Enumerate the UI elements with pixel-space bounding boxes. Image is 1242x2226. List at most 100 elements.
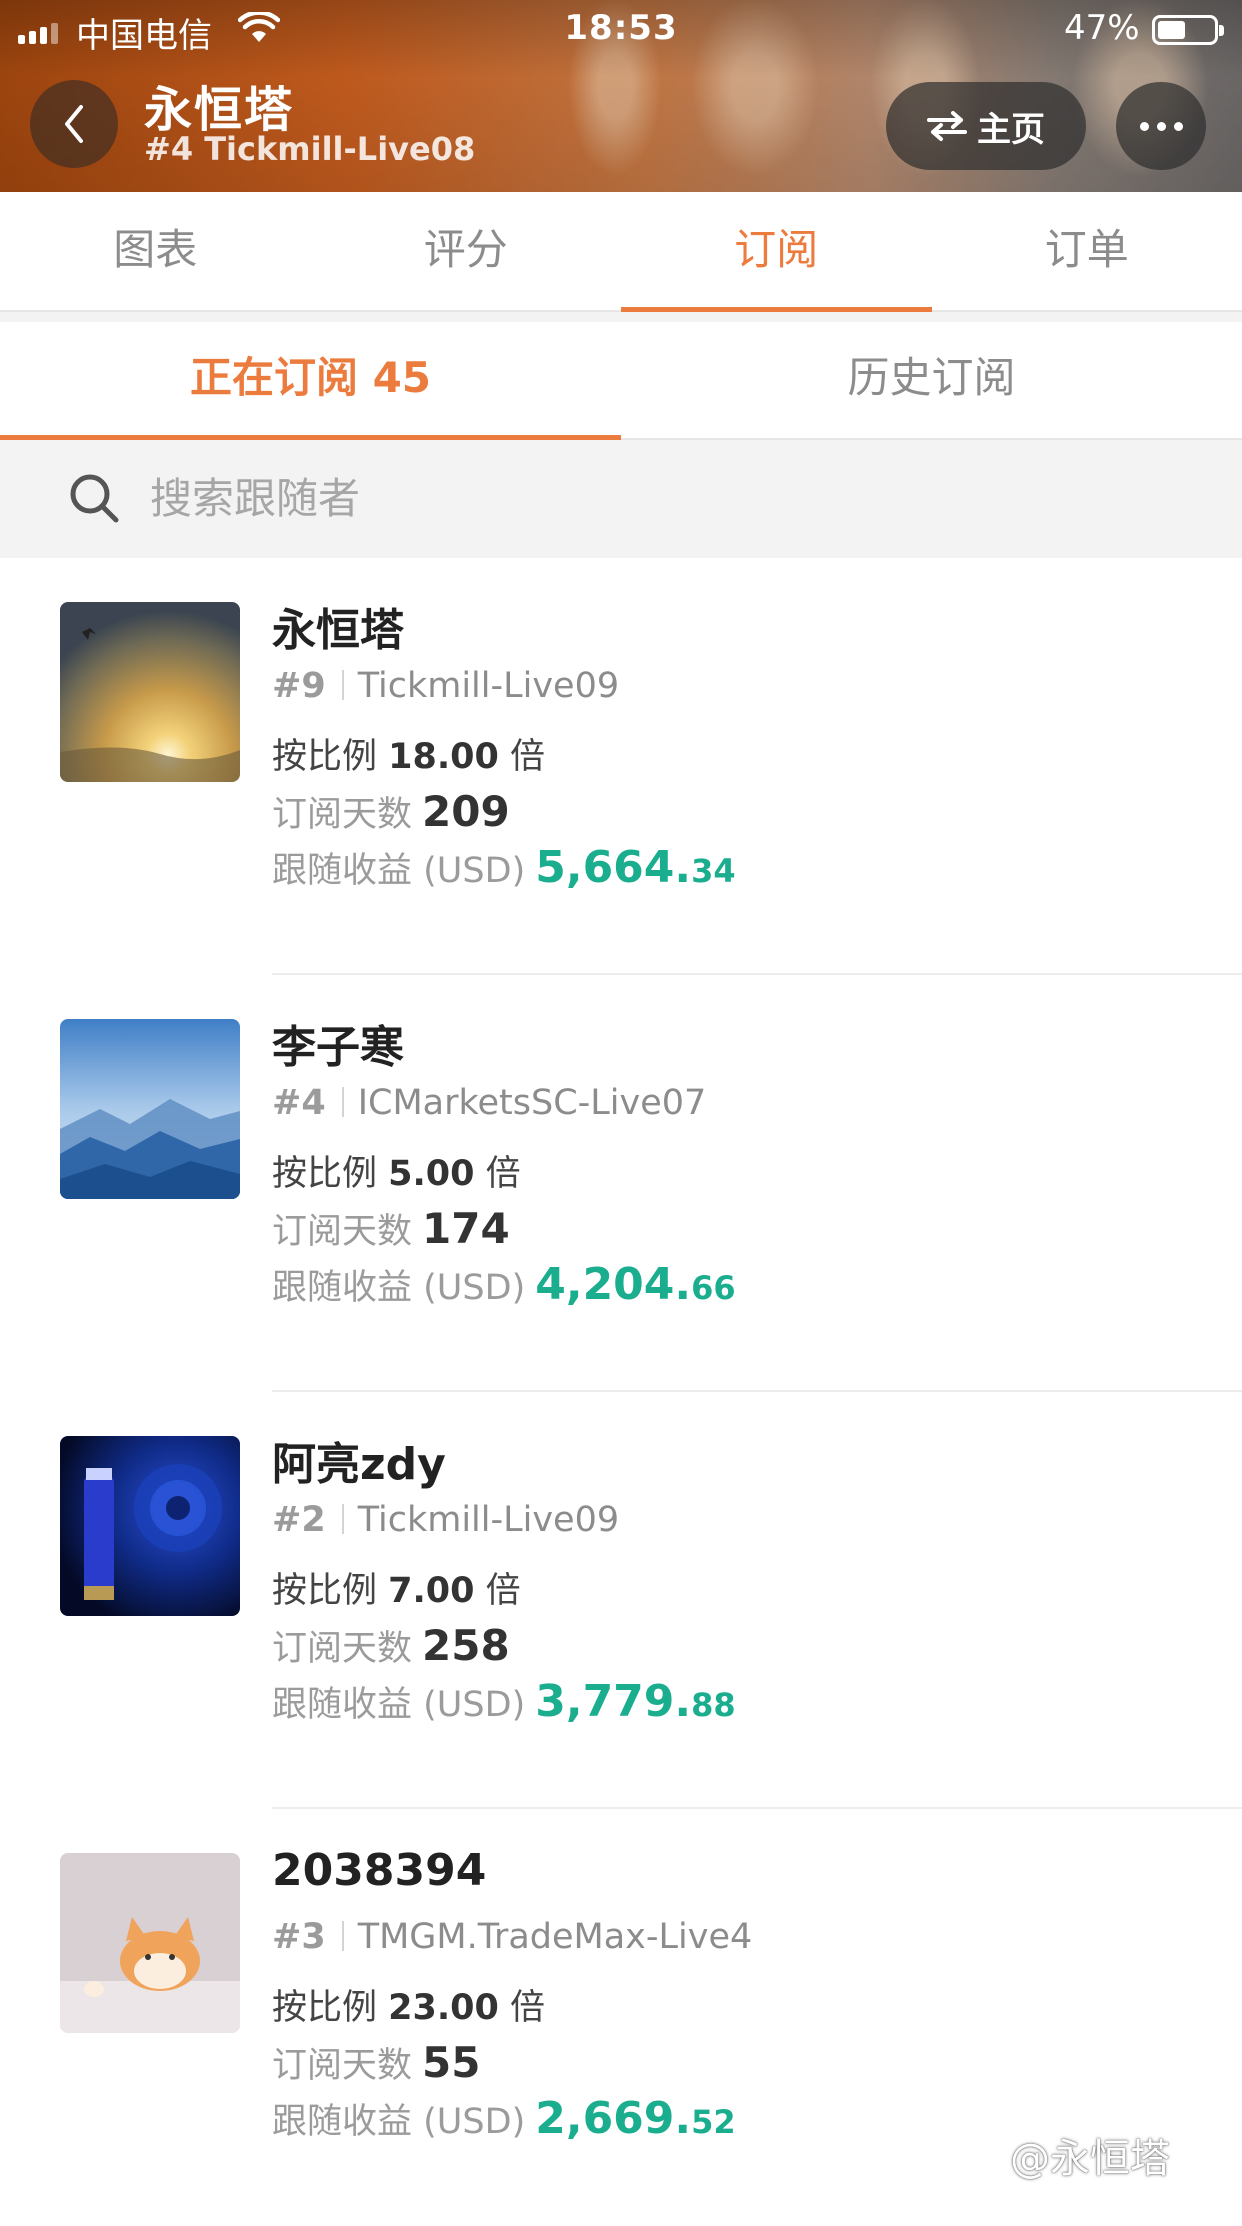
sub-tab-bar: 正在订阅 45 历史订阅 [0, 322, 1242, 440]
follower-server: TMGM.TradeMax-Live4 [358, 1917, 753, 1957]
ratio-value: 7.00 [388, 1571, 474, 1611]
ratio-suffix: 倍 [510, 737, 545, 777]
follower-ratio: 按比例 18.00 倍 [272, 728, 545, 779]
separator [342, 1921, 344, 1951]
list-item[interactable]: 永恒塔 #9 Tickmill-Live09 按比例 18.00 倍 订阅天数20… [0, 558, 1242, 975]
follower-list: 永恒塔 #9Tickmill-Live09 按比例 18.00 倍 订阅天数20… [0, 558, 1242, 2226]
follower-account: #3 TMGM.TradeMax-Live4 [272, 1917, 752, 1957]
ratio-label: 按比例 [272, 737, 377, 777]
follower-profit: 跟随收益 (USD)5,664.34 [272, 842, 736, 893]
ratio-label: 按比例 [272, 1154, 377, 1194]
follower-rank: #9 [272, 666, 326, 706]
profit-integer: 4,204. [535, 1259, 691, 1310]
avatar [60, 1853, 240, 2033]
status-bar: 中国电信 18:53 47% [0, 0, 1242, 62]
ratio-suffix: 倍 [510, 1988, 545, 2028]
profit-label: 跟随收益 (USD) [272, 2102, 525, 2142]
follower-account: #9 Tickmill-Live09 [272, 666, 619, 706]
follower-ratio: 按比例 5.00 倍 [272, 1145, 521, 1196]
days-label: 订阅天数 [272, 2046, 412, 2086]
search-input[interactable]: 搜索跟随者 [0, 440, 1242, 558]
separator [342, 670, 344, 700]
tab-orders[interactable]: 订单 [932, 192, 1242, 310]
follower-account: #4 ICMarketsSC-Live07 [272, 1083, 706, 1123]
ratio-label: 按比例 [272, 1988, 377, 2028]
ratio-suffix: 倍 [486, 1154, 521, 1194]
more-dots-icon [1140, 122, 1149, 131]
tab-history-subscriptions[interactable]: 历史订阅 [621, 322, 1242, 438]
follower-name: 阿亮zdy [272, 1428, 446, 1492]
page-subtitle: #4 Tickmill-Live08 [144, 130, 475, 168]
days-label: 订阅天数 [272, 1212, 412, 1252]
home-button[interactable]: 主页 [886, 82, 1086, 170]
profit-decimal: 52 [691, 2103, 736, 2141]
follower-rank: #2 [272, 1500, 326, 1540]
ratio-value: 5.00 [388, 1154, 474, 1194]
section-gap [0, 312, 1242, 322]
ratio-label: 按比例 [272, 1571, 377, 1611]
search-placeholder: 搜索跟随者 [150, 440, 360, 558]
follower-account: #2 Tickmill-Live09 [272, 1500, 619, 1540]
battery-percentage: 47% [1064, 8, 1140, 48]
status-time: 18:53 [0, 8, 1242, 48]
days-value: 55 [422, 2038, 480, 2087]
days-value: 209 [422, 787, 510, 836]
swap-arrows-icon [927, 110, 967, 142]
follower-days: 订阅天数174 [272, 1203, 510, 1254]
profit-integer: 5,664. [535, 842, 691, 893]
profit-value: 3,779.88 [535, 1676, 735, 1727]
profit-decimal: 34 [691, 852, 736, 890]
follower-name: 2038394 [272, 1845, 486, 1896]
profit-label: 跟随收益 (USD) [272, 1685, 525, 1725]
separator [342, 1504, 344, 1534]
follower-profit: 跟随收益 (USD)3,779.88 [272, 1676, 736, 1727]
profit-label: 跟随收益 (USD) [272, 851, 525, 891]
profit-decimal: 66 [691, 1269, 736, 1307]
list-item[interactable]: 李子寒 #4 ICMarketsSC-Live07 按比例 5.00 倍 订阅天数… [0, 975, 1242, 1392]
search-icon [68, 472, 122, 530]
battery-icon [1152, 15, 1218, 45]
follower-server: Tickmill-Live09 [358, 666, 619, 706]
days-label: 订阅天数 [272, 1629, 412, 1669]
profit-integer: 2,669. [535, 2093, 691, 2144]
avatar [60, 602, 240, 782]
header: 中国电信 18:53 47% 永恒塔 #4 Tickmill-Live08 主页 [0, 0, 1242, 192]
follower-ratio: 按比例 23.00 倍 [272, 1979, 545, 2030]
follower-days: 订阅天数209 [272, 786, 510, 837]
chevron-left-icon [59, 101, 89, 147]
ratio-suffix: 倍 [486, 1571, 521, 1611]
profit-value: 4,204.66 [535, 1259, 735, 1310]
follower-name: 永恒塔 [272, 594, 404, 658]
follower-profit: 跟随收益 (USD)4,204.66 [272, 1259, 736, 1310]
tab-subscription[interactable]: 订阅 [621, 192, 932, 310]
days-value: 258 [422, 1621, 510, 1670]
avatar [60, 1436, 240, 1616]
main-tab-bar: 图表 评分 订阅 订单 [0, 192, 1242, 312]
tab-chart[interactable]: 图表 [0, 192, 311, 310]
follower-rank: #3 [272, 1917, 326, 1957]
ratio-value: 23.00 [388, 1988, 499, 2028]
tab-current-subscriptions[interactable]: 正在订阅 45 [0, 322, 621, 438]
watermark: @永恒塔 [1010, 2126, 1170, 2184]
profit-decimal: 88 [691, 1686, 736, 1724]
follower-server: Tickmill-Live09 [358, 1500, 619, 1540]
follower-server: ICMarketsSC-Live07 [358, 1083, 707, 1123]
home-button-label: 主页 [977, 102, 1045, 151]
follower-days: 订阅天数55 [272, 2037, 480, 2088]
tab-rating[interactable]: 评分 [311, 192, 622, 310]
back-button[interactable] [30, 80, 118, 168]
follower-profit: 跟随收益 (USD)2,669.52 [272, 2093, 736, 2144]
follower-rank: #4 [272, 1083, 326, 1123]
days-label: 订阅天数 [272, 795, 412, 835]
list-item[interactable]: 阿亮zdy #2 Tickmill-Live09 按比例 7.00 倍 订阅天数2… [0, 1392, 1242, 1809]
profit-integer: 3,779. [535, 1676, 691, 1727]
profit-value: 2,669.52 [535, 2093, 735, 2144]
ratio-value: 18.00 [388, 737, 499, 777]
more-button[interactable] [1116, 82, 1206, 170]
days-value: 174 [422, 1204, 510, 1253]
follower-days: 订阅天数258 [272, 1620, 510, 1671]
profit-value: 5,664.34 [535, 842, 735, 893]
profit-label: 跟随收益 (USD) [272, 1268, 525, 1308]
separator [342, 1087, 344, 1117]
follower-name: 李子寒 [272, 1011, 404, 1075]
